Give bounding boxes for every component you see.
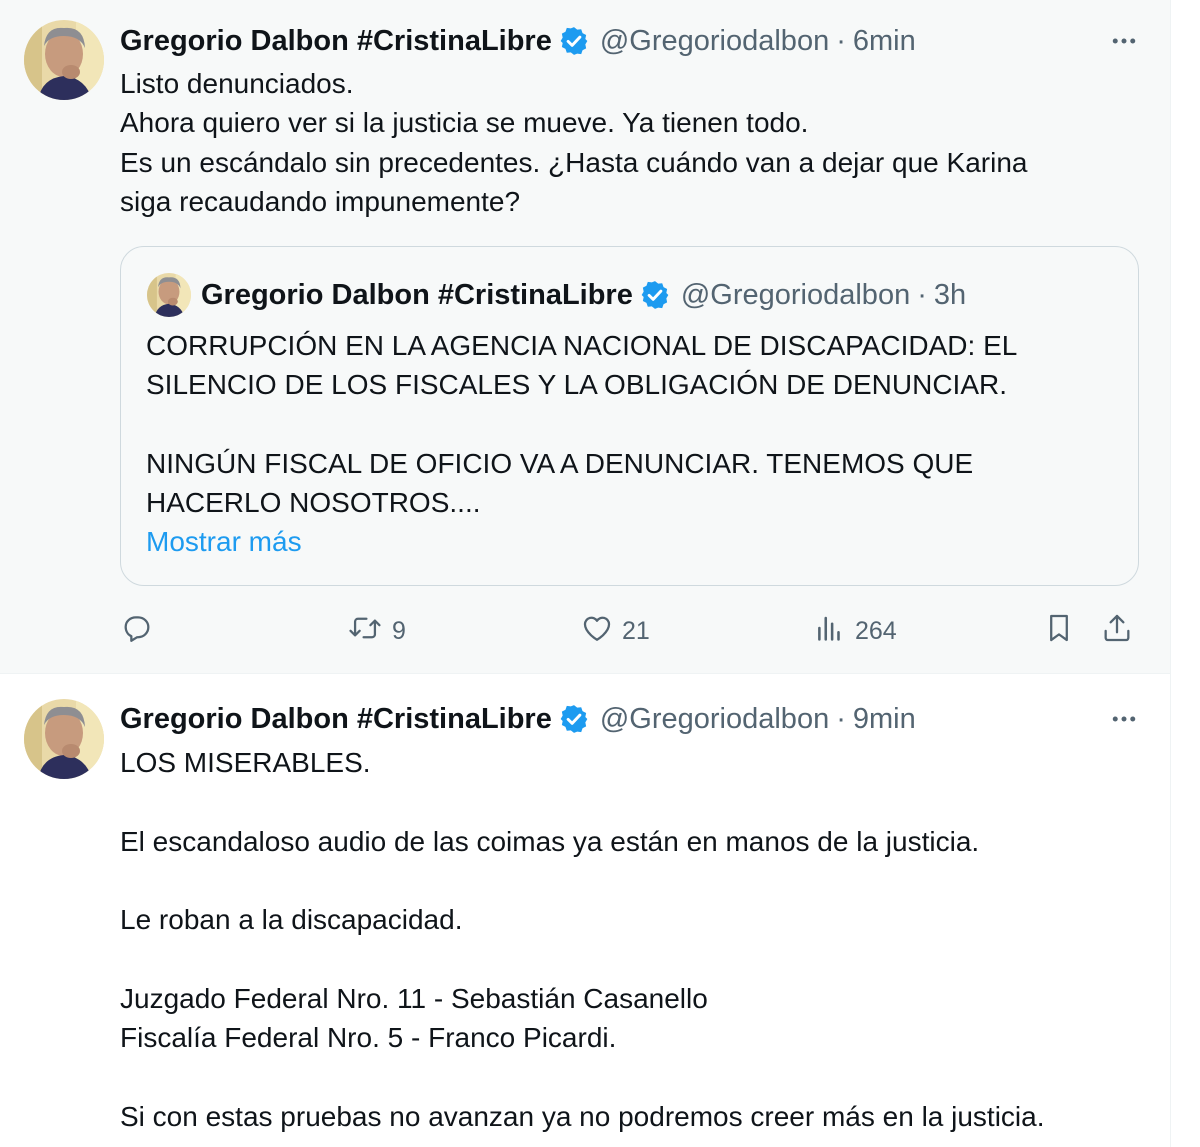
verified-badge-icon (639, 279, 671, 311)
tweet-text-line (120, 1057, 1130, 1096)
bookmark-button[interactable] (1042, 608, 1076, 654)
tweet-text-line: El escandaloso audio de las coimas ya es… (120, 825, 980, 857)
verified-badge-icon (558, 25, 590, 57)
verified-badge-icon (558, 703, 590, 735)
author-handle[interactable]: @Gregoriodalbon (600, 703, 829, 736)
tweet-text-line: Fiscalía Federal Nro. 5 - Franco Picardi… (120, 1022, 617, 1054)
like-count: 21 (622, 616, 650, 645)
quoted-author-handle[interactable]: @Gregoriodalbon (681, 279, 910, 312)
retweet-count: 9 (392, 616, 406, 645)
tweet-actions: 9 21 264 (120, 608, 1140, 654)
share-upload-icon (1100, 611, 1134, 652)
share-button[interactable] (1100, 608, 1134, 654)
views-button[interactable]: 264 (813, 608, 897, 654)
tweet[interactable]: Gregorio Dalbon #CristinaLibre @Gregorio… (0, 0, 1170, 674)
quoted-tweet[interactable]: Gregorio Dalbon #CristinaLibre @Gregorio… (120, 246, 1139, 586)
tweet-text-line: Listo denunciados. (120, 68, 354, 99)
reply-icon (120, 611, 154, 652)
tweet-text-line: Juzgado Federal Nro. 11 - Sebastián Casa… (120, 982, 708, 1014)
tweet-text-line: siga recaudando impunemente? (120, 185, 521, 217)
bookmark-icon (1042, 611, 1076, 652)
more-horizontal-icon[interactable] (1106, 703, 1142, 735)
avatar[interactable] (24, 20, 104, 100)
quoted-avatar[interactable] (147, 273, 191, 317)
quoted-text-line: CORRUPCIÓN EN LA AGENCIA NACIONAL DE DIS… (146, 330, 1018, 361)
tweet-text-line: Ahora quiero ver si la justicia se mueve… (120, 107, 809, 139)
show-more-link[interactable]: Mostrar más (146, 522, 1098, 561)
tweet-header: Gregorio Dalbon #CristinaLibre @Gregorio… (120, 21, 1142, 61)
header-separator: · (836, 24, 846, 57)
tweet-text: LOS MISERABLES. El escandaloso audio de … (120, 743, 1130, 1136)
header-separator: · (917, 278, 927, 311)
tweet-timestamp[interactable]: 9min (853, 703, 916, 736)
like-button[interactable]: 21 (580, 608, 650, 654)
views-count: 264 (855, 616, 897, 645)
retweet-icon (346, 611, 384, 652)
quoted-tweet-timestamp[interactable]: 3h (934, 279, 966, 312)
quoted-text-line: NINGÚN FISCAL DE OFICIO VA A DENUNCIAR. … (146, 447, 974, 479)
tweet-text-line (120, 939, 1130, 978)
tweet[interactable]: Gregorio Dalbon #CristinaLibre @Gregorio… (0, 675, 1170, 1147)
quoted-text-line: SILENCIO DE LOS FISCALES Y LA OBLIGACIÓN… (146, 369, 1007, 401)
tweet-text-line: Es un escándalo sin precedentes. ¿Hasta … (120, 146, 1028, 178)
quoted-tweet-header: Gregorio Dalbon #CristinaLibre @Gregorio… (201, 275, 966, 315)
views-chart-icon (813, 611, 847, 652)
quoted-tweet-text: CORRUPCIÓN EN LA AGENCIA NACIONAL DE DIS… (146, 326, 1098, 562)
reply-button[interactable] (120, 608, 154, 654)
timeline-right-border (1170, 0, 1171, 1147)
tweet-text-line: LOS MISERABLES. (120, 747, 371, 778)
header-separator: · (836, 702, 846, 735)
tweet-text-line (120, 782, 1130, 821)
author-name[interactable]: Gregorio Dalbon #CristinaLibre (120, 25, 552, 58)
author-name[interactable]: Gregorio Dalbon #CristinaLibre (120, 703, 552, 736)
tweet-text-line (120, 861, 1130, 900)
retweet-button[interactable]: 9 (346, 608, 406, 654)
more-horizontal-icon[interactable] (1106, 25, 1142, 57)
avatar[interactable] (24, 699, 104, 779)
tweet-header: Gregorio Dalbon #CristinaLibre @Gregorio… (120, 699, 1142, 739)
tweet-text-line: Si con estas pruebas no avanzan ya no po… (120, 1100, 1045, 1132)
author-handle[interactable]: @Gregoriodalbon (600, 25, 829, 58)
quoted-author-name[interactable]: Gregorio Dalbon #CristinaLibre (201, 279, 633, 312)
quoted-text-line: HACERLO NOSOTROS.... (146, 487, 481, 519)
tweet-timestamp[interactable]: 6min (853, 25, 916, 58)
tweet-text: Listo denunciados. Ahora quiero ver si l… (120, 64, 1130, 221)
tweet-text-line: Le roban a la discapacidad. (120, 904, 463, 936)
quoted-text-line (146, 405, 1098, 444)
like-heart-icon (580, 611, 614, 652)
